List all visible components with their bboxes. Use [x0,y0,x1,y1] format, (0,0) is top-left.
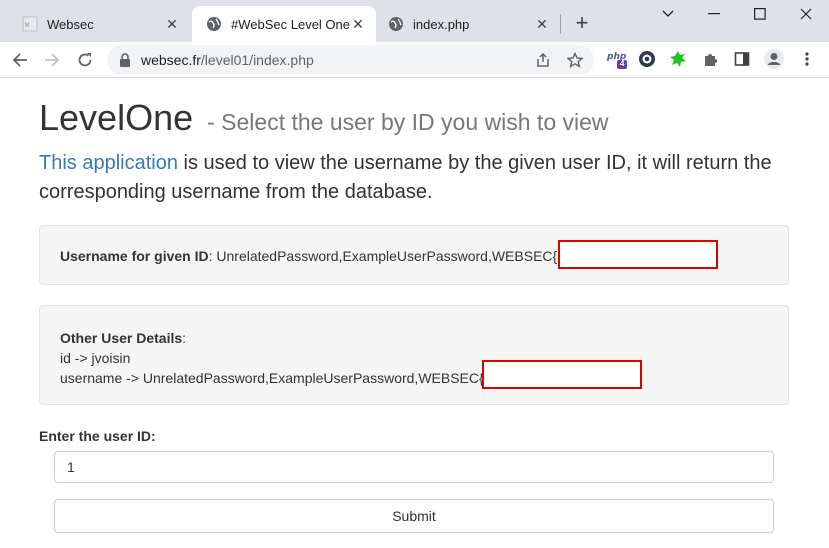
intro-paragraph: This application is used to view the use… [39,149,799,207]
new-tab-button[interactable]: + [569,10,595,36]
reload-button[interactable] [71,46,99,74]
green-extension-icon[interactable] [666,46,690,72]
result-line: Username for given ID: UnrelatedPassword… [60,248,557,264]
close-icon[interactable]: ✕ [350,16,366,32]
tab-title: #WebSec Level One [231,16,350,32]
result-value: : UnrelatedPassword,ExampleUserPassword,… [208,248,558,264]
user-details-text: Other User Details: id -> jvoisin userna… [60,328,484,388]
user-id-input[interactable] [54,451,774,483]
user-details-panel: Other User Details: id -> jvoisin userna… [39,305,789,405]
details-label: Other User Details [60,330,183,346]
redaction-box [558,240,718,269]
tab-strip: W Websec ✕ #WebSec Level One ✕ index.php… [0,0,829,42]
lock-icon[interactable] [119,53,131,72]
chevron-down-icon[interactable] [645,0,691,28]
ghostery-icon[interactable] [635,46,659,72]
tab-websec[interactable]: W Websec ✕ [8,6,190,42]
globe-icon [388,16,404,32]
back-button[interactable] [6,46,34,74]
page-title-text: LevelOne [39,97,194,138]
maximize-icon[interactable] [737,0,783,28]
url-text: websec.fr/level01/index.php [141,52,314,68]
close-icon[interactable]: ✕ [534,16,550,32]
php-badge-count: 4 [620,59,625,68]
close-icon[interactable]: ✕ [164,16,180,32]
submit-button[interactable]: Submit [54,499,774,533]
websec-favicon-icon: W [22,16,38,32]
tab-title: Websec [47,16,94,32]
puzzle-icon[interactable] [699,46,723,72]
profile-icon[interactable] [762,46,786,72]
minimize-icon[interactable] [691,0,737,28]
result-label: Username for given ID [60,248,209,264]
forward-button[interactable] [38,46,66,74]
tab-separator [560,14,561,34]
php-extension-icon[interactable]: php 4 [605,46,629,72]
intro-link[interactable]: This application [39,152,178,174]
details-id: id -> jvoisin [60,350,131,366]
page-subtitle: - Select the user by ID you wish to view [207,109,609,135]
star-icon[interactable] [565,50,585,70]
user-id-label: Enter the user ID: [39,428,156,444]
redaction-box [482,360,642,389]
details-heading: Other User Details: [60,328,484,348]
page-content: LevelOne - Select the user by ID you wis… [0,79,829,548]
address-bar[interactable]: websec.fr/level01/index.php [107,45,594,75]
result-panel: Username for given ID: UnrelatedPassword… [39,225,789,285]
details-username: username -> UnrelatedPassword,ExampleUse… [60,370,484,386]
sidepanel-icon[interactable] [730,46,754,72]
globe-icon [206,16,222,32]
url-path: /level01/index.php [200,52,314,68]
share-icon[interactable] [533,50,553,70]
page-title: LevelOne - Select the user by ID you wis… [39,97,609,139]
close-window-icon[interactable] [783,0,829,28]
menu-icon[interactable] [795,46,819,72]
tab-index-php[interactable]: index.php ✕ [374,6,560,42]
tab-title: index.php [413,16,470,32]
details-colon: : [182,330,187,346]
tab-websec-level-one[interactable]: #WebSec Level One ✕ [192,6,376,42]
url-host: websec.fr [141,52,201,68]
